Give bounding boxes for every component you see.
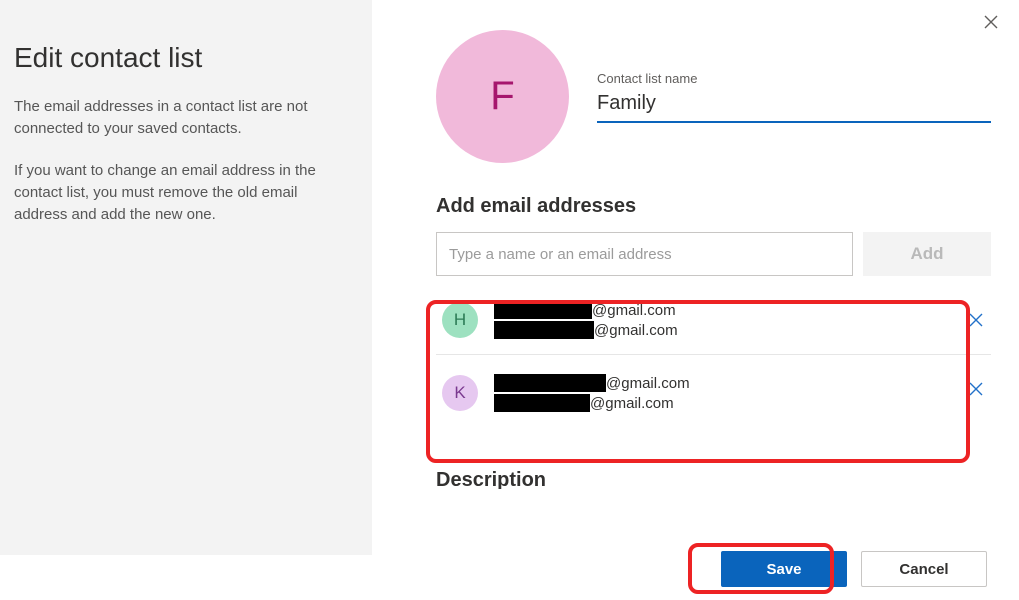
email-suffix: @gmail.com <box>606 375 690 392</box>
redacted-name <box>494 301 592 319</box>
info-text-1: The email addresses in a contact list ar… <box>14 96 344 140</box>
contact-row: H @gmail.com @gmail.com <box>436 290 991 350</box>
redacted-email <box>494 394 590 412</box>
contact-avatar: K <box>442 375 478 411</box>
close-icon[interactable] <box>979 10 1003 34</box>
info-panel: Edit contact list The email addresses in… <box>0 0 372 555</box>
remove-contact-icon[interactable] <box>967 311 985 329</box>
main-panel: F Contact list name Add email addresses … <box>372 0 1019 555</box>
remove-contact-icon[interactable] <box>967 380 985 398</box>
name-label: Contact list name <box>597 71 991 86</box>
email-suffix: @gmail.com <box>592 302 676 319</box>
contact-list: H @gmail.com @gmail.com K @gmail.com <box>436 290 991 423</box>
save-button[interactable]: Save <box>721 551 847 587</box>
add-button[interactable]: Add <box>863 232 991 276</box>
info-text-2: If you want to change an email address i… <box>14 160 344 226</box>
redacted-email <box>494 321 594 339</box>
page-title: Edit contact list <box>14 42 344 74</box>
list-avatar: F <box>436 30 569 163</box>
contact-avatar: H <box>442 302 478 338</box>
cancel-button[interactable]: Cancel <box>861 551 987 587</box>
add-section-title: Add email addresses <box>436 195 991 218</box>
description-section-title: Description <box>436 469 991 489</box>
contact-row: K @gmail.com @gmail.com <box>436 354 991 423</box>
email-suffix: @gmail.com <box>590 395 674 412</box>
redacted-name <box>494 374 606 392</box>
list-name-input[interactable] <box>597 86 991 123</box>
action-bar: Save Cancel <box>372 538 1019 600</box>
email-suffix: @gmail.com <box>594 322 678 339</box>
email-input[interactable] <box>436 232 853 276</box>
